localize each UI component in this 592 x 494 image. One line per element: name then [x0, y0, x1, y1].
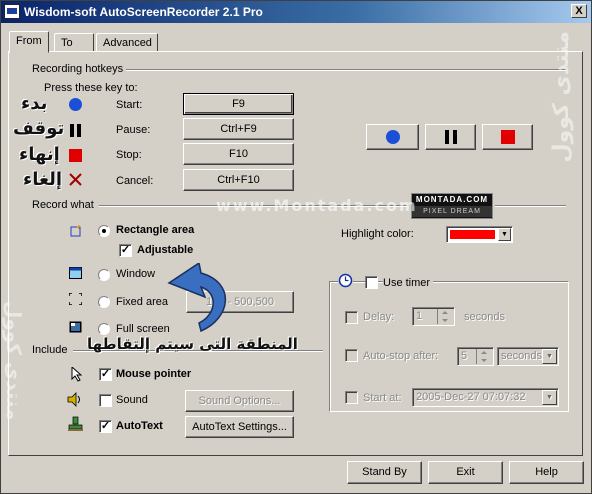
radio-window[interactable]: [98, 269, 110, 281]
speaker-icon: [67, 392, 83, 410]
arabic-cancel-label: إلغاء: [23, 169, 63, 190]
autostop-input[interactable]: 5: [457, 347, 494, 366]
autotext-label: AutoText: [116, 420, 163, 432]
autotext-stamp-icon: [68, 416, 84, 435]
window-icon: [69, 267, 82, 282]
pause-label: Pause:: [116, 124, 151, 136]
tab-to[interactable]: To: [54, 33, 94, 52]
hotkeys-divider: [126, 69, 566, 71]
record-circle-icon: [386, 130, 400, 144]
stand-by-button[interactable]: Stand By: [347, 461, 422, 484]
chevron-down-icon[interactable]: ▼: [542, 349, 557, 364]
arabic-caption: المنطقة التى سيتم إلتقاطها: [87, 335, 298, 353]
pause-record-button[interactable]: [425, 124, 476, 150]
autotext-checkbox[interactable]: ✓: [99, 420, 112, 433]
sound-options-button[interactable]: Sound Options...: [185, 390, 294, 412]
pause-icon: [444, 130, 458, 147]
cancel-label: Cancel:: [116, 175, 154, 187]
autostop-unit-value: seconds: [501, 350, 542, 362]
stop-hotkey-field[interactable]: F10: [183, 143, 294, 165]
start-at-input[interactable]: 2005-Dec-27 07:07:32 ▼: [412, 388, 559, 407]
arabic-stop-label: إنهاء: [19, 144, 60, 165]
include-section-title: Include: [32, 344, 68, 356]
watermark-logo: MONTADA.COM PIXEL DREAM: [411, 193, 493, 219]
start-hotkey-field[interactable]: F9: [183, 93, 294, 115]
radio-rectangle-area[interactable]: [98, 225, 110, 237]
delay-checkbox[interactable]: [345, 311, 358, 324]
cancel-hotkey-field[interactable]: Ctrl+F10: [183, 169, 294, 191]
arabic-pause-label: توقف: [13, 118, 65, 139]
mouse-pointer-icon: [71, 365, 83, 385]
window-label: Window: [116, 268, 156, 280]
autotext-settings-button[interactable]: AutoText Settings...: [185, 416, 294, 438]
autostop-checkbox[interactable]: [345, 349, 358, 362]
autostop-value: 5: [461, 350, 468, 362]
delay-input[interactable]: 1: [412, 307, 455, 326]
start-at-value: 2005-Dec-27 07:07:32: [416, 391, 526, 403]
help-button[interactable]: Help: [509, 461, 584, 484]
chevron-down-icon[interactable]: ▼: [498, 228, 511, 241]
clock-icon: [338, 273, 353, 288]
arabic-start-label: بدء: [21, 93, 48, 114]
mouse-pointer-label: Mouse pointer: [116, 368, 192, 380]
highlight-color-label: Highlight color:: [341, 228, 414, 240]
rectangle-area-label: Rectangle area: [116, 224, 195, 236]
delay-value: 1: [416, 310, 423, 322]
logo-top-text: MONTADA.COM: [415, 195, 489, 204]
autostop-unit-select[interactable]: seconds ▼: [497, 347, 559, 366]
title-bar: Wisdom-soft AutoScreenRecorder 2.1 Pro X: [1, 1, 591, 23]
delay-unit-label: seconds: [464, 311, 505, 323]
pause-hotkey-field[interactable]: Ctrl+F9: [183, 118, 294, 140]
sound-checkbox[interactable]: [99, 394, 112, 407]
red-square-icon: [69, 149, 82, 162]
radio-full-screen[interactable]: [98, 323, 110, 335]
use-timer-checkbox[interactable]: [365, 276, 378, 289]
start-record-button[interactable]: [366, 124, 419, 150]
start-at-label: Start at:: [363, 392, 402, 404]
exit-button[interactable]: Exit: [428, 461, 503, 484]
record-what-divider-right: [495, 205, 566, 207]
autostop-label: Auto-stop after:: [363, 350, 439, 362]
adjustable-checkbox[interactable]: ✓: [119, 244, 132, 257]
blue-circle-icon: [69, 98, 82, 111]
hotkeys-section-title: Recording hotkeys: [32, 63, 124, 75]
stop-square-icon: [501, 130, 515, 144]
delay-label: Delay:: [363, 311, 395, 323]
close-button[interactable]: X: [571, 4, 587, 18]
logo-bottom-text: PIXEL DREAM: [412, 206, 492, 217]
rectangle-area-icon: [70, 225, 82, 240]
adjustable-label: Adjustable: [137, 244, 194, 256]
full-screen-icon: [69, 321, 82, 336]
start-label: Start:: [116, 99, 143, 111]
annotation-arrow: [167, 263, 227, 333]
chevron-down-icon[interactable]: ▼: [542, 390, 557, 405]
radio-fixed-area[interactable]: [98, 296, 110, 308]
sound-label: Sound: [116, 394, 148, 406]
app-window: Wisdom-soft AutoScreenRecorder 2.1 Pro X…: [0, 0, 592, 494]
record-what-section-title: Record what: [32, 199, 94, 211]
window-title: Wisdom-soft AutoScreenRecorder 2.1 Pro: [24, 5, 263, 19]
highlight-color-select[interactable]: ▼: [446, 226, 513, 243]
autostop-spinner[interactable]: [476, 349, 492, 364]
highlight-color-swatch: [450, 230, 495, 239]
cancel-x-icon: [69, 173, 82, 186]
mouse-pointer-checkbox[interactable]: ✓: [99, 368, 112, 381]
record-what-divider: [99, 205, 409, 207]
press-keys-label: Press these key to:: [44, 82, 138, 94]
use-timer-label: Use timer: [383, 277, 434, 289]
delay-spinner[interactable]: [437, 309, 453, 324]
tab-from[interactable]: From: [9, 31, 49, 53]
start-at-checkbox[interactable]: [345, 391, 358, 404]
app-icon: [4, 4, 20, 19]
pause-icon: [69, 124, 82, 137]
tab-advanced[interactable]: Advanced: [96, 33, 158, 52]
fixed-area-icon: [68, 292, 83, 308]
stop-label: Stop:: [116, 149, 142, 161]
stop-record-button[interactable]: [482, 124, 533, 150]
